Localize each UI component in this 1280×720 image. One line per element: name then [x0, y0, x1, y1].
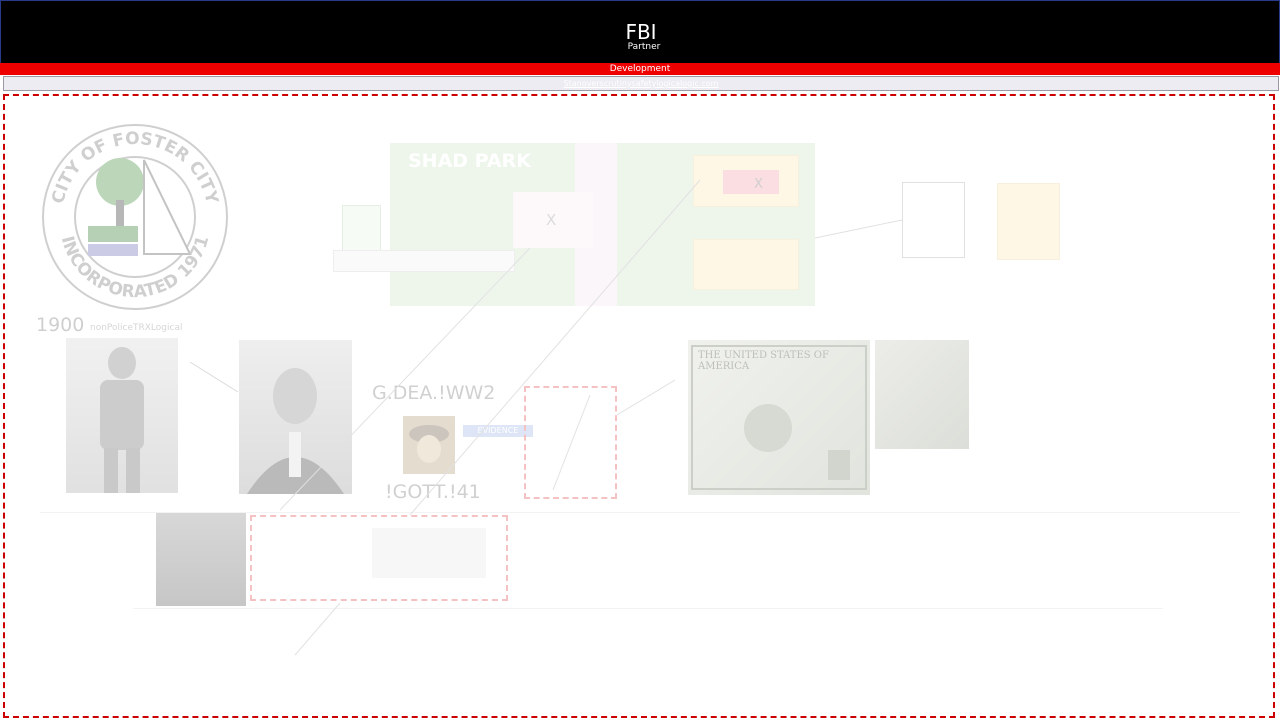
connector-line [814, 219, 903, 239]
connector-lines [189, 179, 903, 656]
connector-line [189, 361, 239, 393]
connector-line [279, 247, 531, 511]
connector-line [616, 379, 676, 416]
connector-line [409, 179, 701, 516]
connector-line [294, 602, 341, 656]
connector-line [552, 394, 591, 491]
